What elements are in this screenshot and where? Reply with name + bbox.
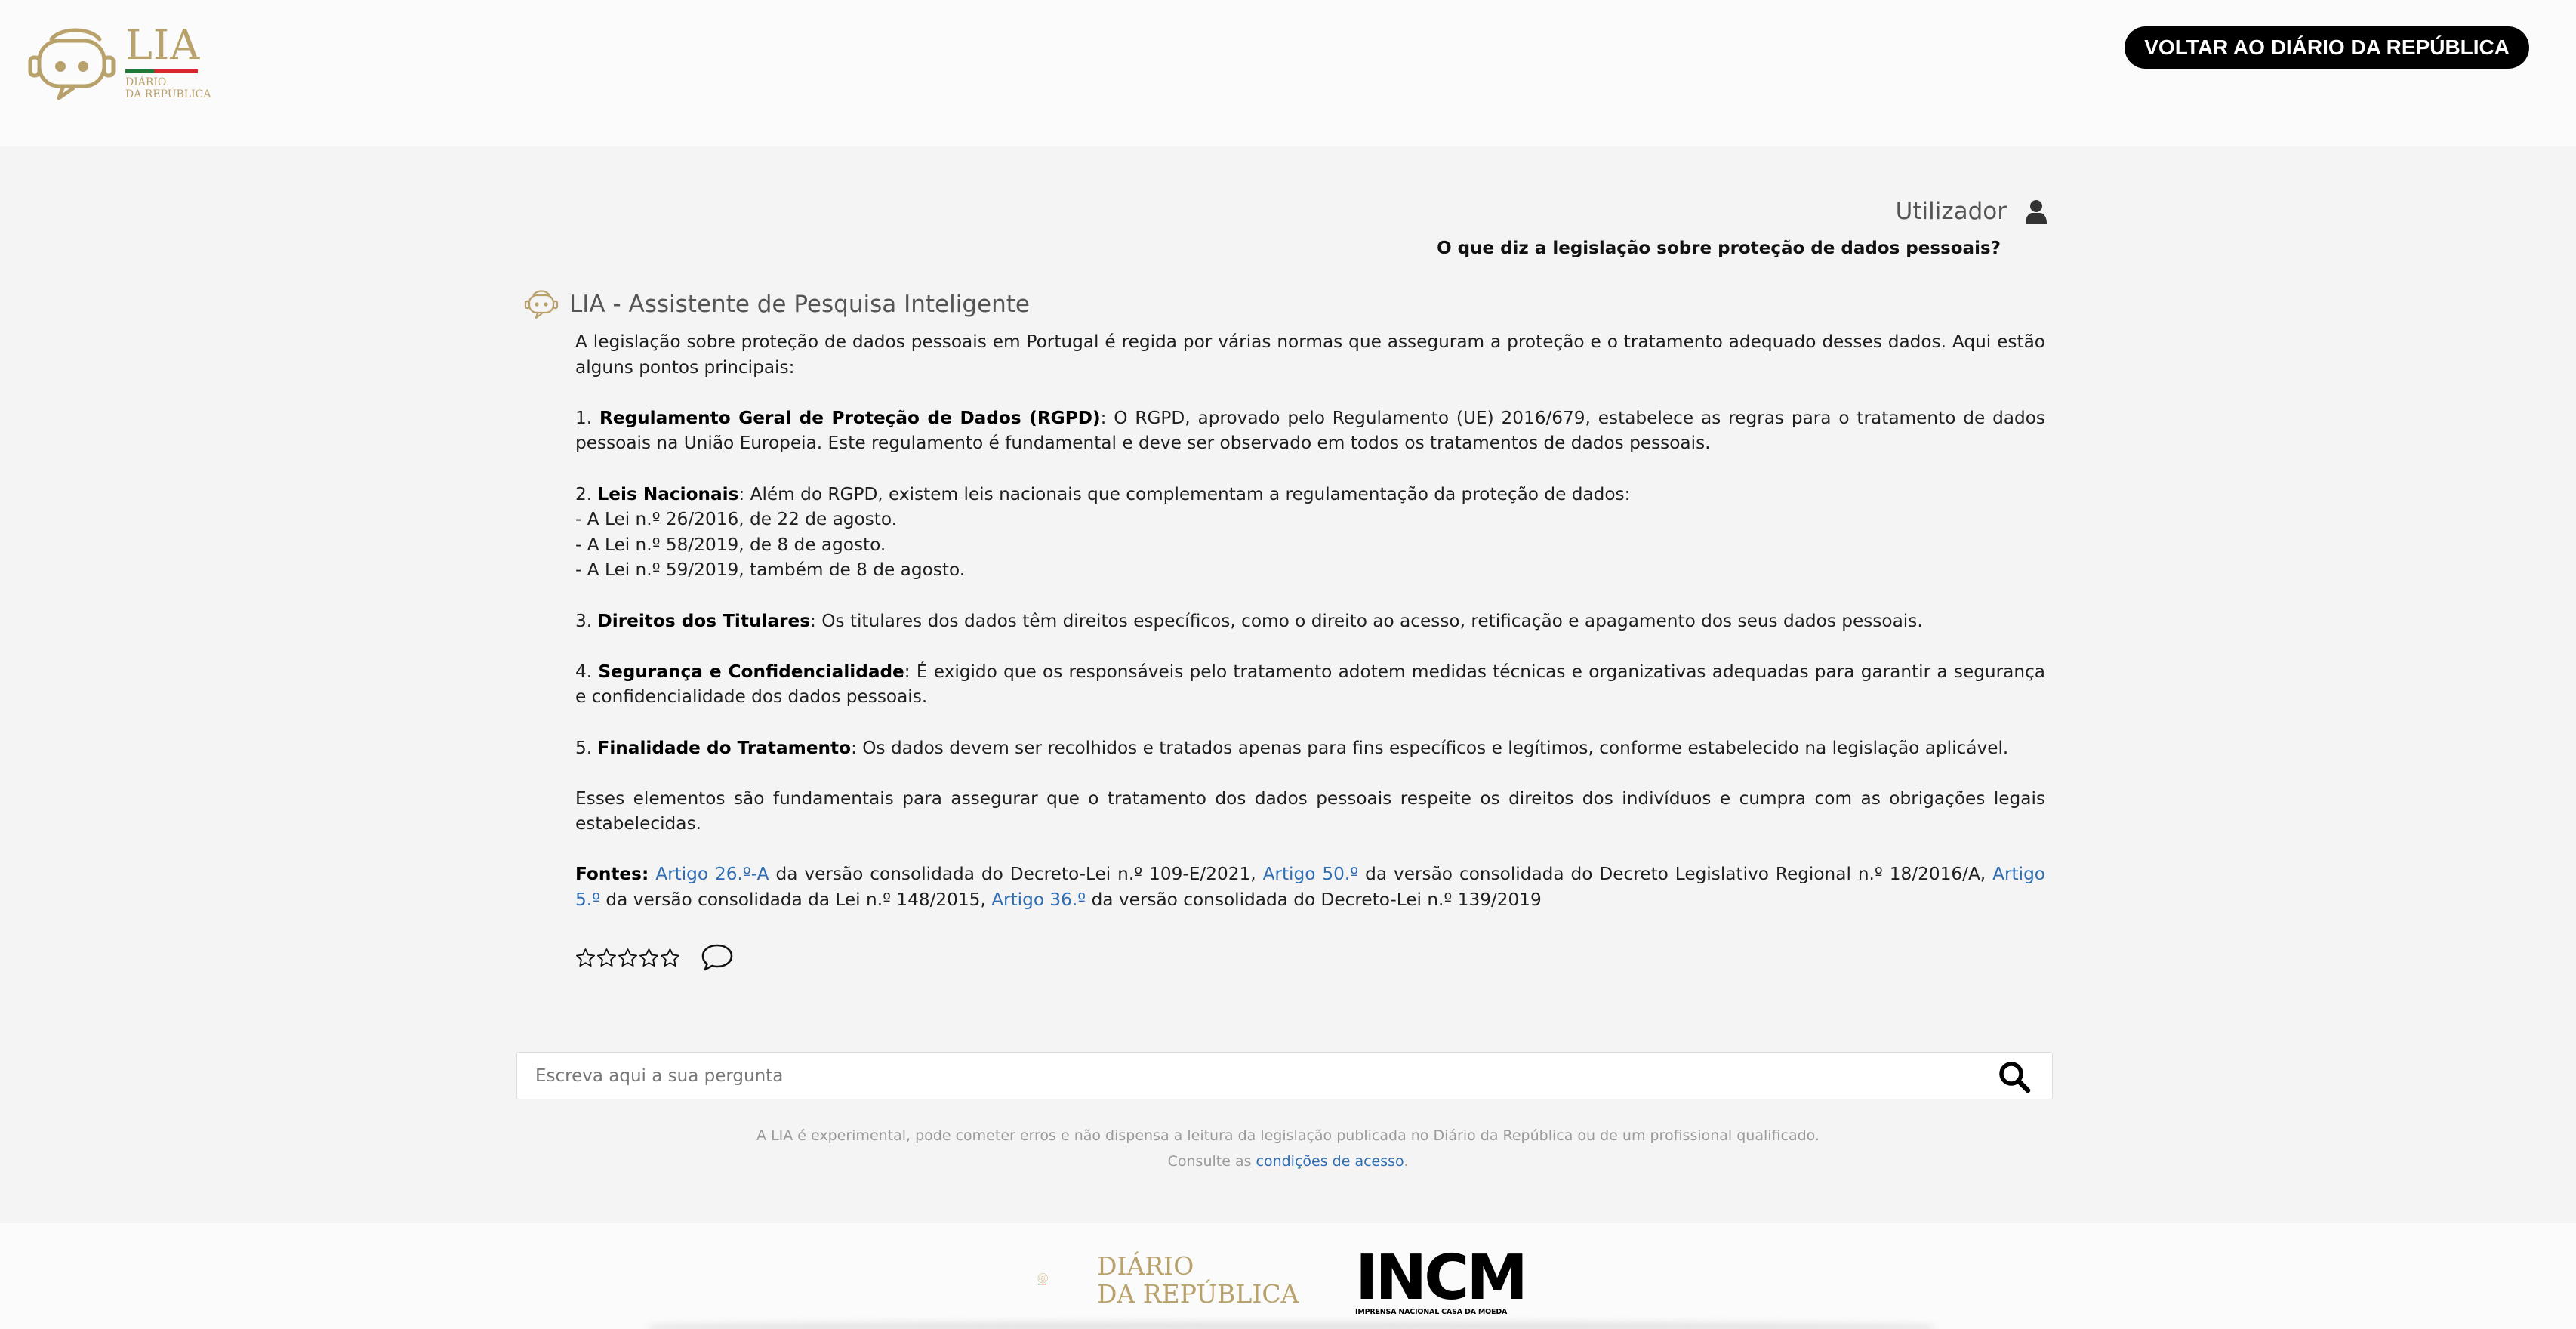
logo-title: LIA — [125, 21, 201, 69]
user-icon — [2026, 200, 2047, 224]
source-link-artigo-26a[interactable]: Artigo 26.º-A — [655, 864, 769, 884]
footer-shadow — [649, 1323, 1933, 1329]
incm-title: INCM — [1355, 1242, 1528, 1314]
answer-conclusion: Esses elementos são fundamentais para as… — [575, 788, 2045, 834]
list-item: - A Lei n.º 58/2019, de 8 de agosto. — [575, 534, 886, 555]
rating-stars — [575, 948, 680, 968]
search-button[interactable] — [1998, 1060, 2031, 1093]
star-outline-icon[interactable] — [639, 948, 659, 968]
diario-republica-wordmark[interactable]: DIÁRIO DA REPÚBLICA — [1097, 1252, 1299, 1308]
user-label: Utilizador — [1895, 198, 2007, 225]
answer-point-4: 4. Segurança e Confidencialidade: É exig… — [575, 661, 2046, 708]
top-header: LIA DIÁRIO DA REPÚBLICA VOLTAR AO DIÁRIO… — [0, 0, 2576, 146]
disclaimer-text: A LIA é experimental, pode cometer erros… — [756, 1127, 1820, 1144]
logo-subtitle-1: DIÁRIO — [125, 76, 167, 88]
list-item: - A Lei n.º 59/2019, também de 8 de agos… — [575, 560, 966, 581]
logo-subtitle-2: DA REPÚBLICA — [125, 88, 211, 100]
question-search-box — [516, 1052, 2053, 1099]
terms-line: Consulte as condições de acesso. — [1167, 1153, 1409, 1170]
answer-point-2: 2. Leis Nacionais: Além do RGPD, existem… — [575, 483, 1631, 504]
logo-wordmark: LIA DIÁRIO DA REPÚBLICA — [125, 23, 211, 100]
star-outline-icon[interactable] — [618, 948, 638, 968]
answer-sources: Fontes: Artigo 26.º-A da versão consolid… — [575, 864, 2045, 911]
comment-icon[interactable] — [700, 942, 735, 973]
answer-feedback — [575, 942, 735, 973]
back-to-diario-button[interactable]: VOLTAR AO DIÁRIO DA REPÚBLICA — [2125, 26, 2529, 69]
lia-robot-icon — [524, 290, 559, 319]
star-outline-icon[interactable] — [660, 948, 680, 968]
source-link-artigo-36[interactable]: Artigo 36.º — [991, 890, 1086, 910]
answer-point-1: 1. Regulamento Geral de Proteção de Dado… — [575, 407, 2046, 454]
terms-of-access-link[interactable]: condições de acesso — [1256, 1153, 1404, 1170]
list-item: - A Lei n.º 26/2016, de 22 de agosto. — [575, 509, 898, 530]
incm-subtitle: IMPRENSA NACIONAL CASA DA MOEDA — [1355, 1308, 1508, 1316]
assistant-name: LIA - Assistente de Pesquisa Inteligente — [569, 291, 1030, 318]
incm-logo[interactable]: INCM IMPRENSA NACIONAL CASA DA MOEDA — [1355, 1242, 1528, 1317]
assistant-header: LIA - Assistente de Pesquisa Inteligente — [524, 288, 1030, 320]
search-icon — [1999, 1062, 2031, 1093]
answer-point-3: 3. Direitos dos Titulares: Os titulares … — [575, 610, 1923, 631]
point-3-title: Direitos dos Titulares — [597, 610, 811, 631]
answer-intro: A legislação sobre proteção de dados pes… — [575, 331, 2045, 378]
star-outline-icon[interactable] — [575, 948, 596, 968]
point-5-title: Finalidade do Tratamento — [597, 737, 852, 758]
point-4-title: Segurança e Confidencialidade — [598, 661, 904, 682]
answer-point-5: 5. Finalidade do Tratamento: Os dados de… — [575, 737, 2009, 758]
terms-prefix: Consulte as — [1167, 1153, 1252, 1170]
page-footer: DIÁRIO DA REPÚBLICA INCM IMPRENSA NACION… — [0, 1223, 2576, 1329]
logo-flag-stripe — [125, 69, 198, 73]
user-question: O que diz a legislação sobre proteção de… — [1437, 239, 2001, 258]
point-2-title: Leis Nacionais — [597, 483, 739, 504]
user-message-header: Utilizador — [1896, 198, 2048, 225]
source-link-artigo-50[interactable]: Artigo 50.º — [1263, 864, 1359, 884]
diario-republica-seal-icon[interactable] — [1037, 1250, 1090, 1308]
point-1-title: Regulamento Geral de Proteção de Dados (… — [599, 407, 1101, 428]
sources-label: Fontes: — [575, 864, 649, 885]
assistant-answer: A legislação sobre proteção de dados pes… — [575, 329, 2045, 913]
question-input[interactable] — [535, 1053, 1970, 1099]
star-outline-icon[interactable] — [596, 948, 617, 968]
